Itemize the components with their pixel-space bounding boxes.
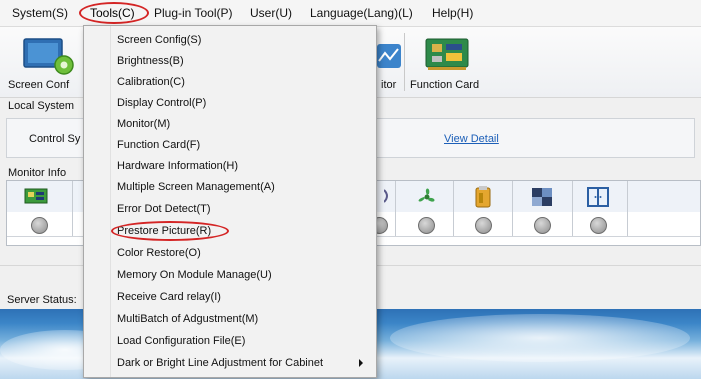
menu-item-hardware-information[interactable]: Hardware Information(H) — [117, 160, 238, 172]
tools-menu-annotation-circle — [79, 2, 149, 24]
menu-item-multibatch-adjustment[interactable]: MultiBatch of Adgustment(M) — [117, 313, 258, 325]
menu-item-display-control[interactable]: Display Control(P) — [117, 97, 206, 109]
function-card-label: Function Card — [410, 79, 480, 91]
function-card-tool[interactable]: Function Card — [406, 27, 486, 97]
status-grey-dot — [534, 217, 551, 234]
local-system-label: Local System — [8, 100, 75, 112]
power-supply-icon — [475, 186, 491, 208]
menu-item-receive-card-relay[interactable]: Receive Card relay(I) — [117, 291, 221, 303]
grid-divider — [453, 181, 454, 236]
screen-config-tool[interactable]: Screen Conf — [8, 27, 86, 97]
grid-divider — [72, 181, 73, 236]
menu-item-multiple-screen-management[interactable]: Multiple Screen Management(A) — [117, 181, 275, 193]
menu-item-color-restore[interactable]: Color Restore(O) — [117, 247, 201, 259]
menu-plugin-tool[interactable]: Plug-in Tool(P) — [154, 6, 232, 20]
menu-user[interactable]: User(U) — [250, 6, 292, 20]
fan-icon — [418, 188, 435, 202]
menu-item-calibration[interactable]: Calibration(C) — [117, 76, 185, 88]
control-system-label: Control Sy — [29, 133, 81, 145]
monitor-info-label: Monitor Info — [8, 167, 67, 179]
menu-bar: System(S) Tools(C) Plug-in Tool(P) User(… — [0, 0, 701, 27]
toolbar-divider — [404, 33, 405, 91]
menu-item-dark-bright-line-adjustment[interactable]: Dark or Bright Line Adjustment for Cabin… — [117, 357, 323, 369]
prestore-picture-annotation-circle — [111, 221, 229, 241]
menu-language[interactable]: Language(Lang)(L) — [310, 6, 413, 20]
menu-item-error-dot-detect[interactable]: Error Dot Detect(T) — [117, 203, 211, 215]
screen-config-icon — [23, 38, 74, 75]
menu-item-function-card[interactable]: Function Card(F) — [117, 139, 200, 151]
grid-divider — [395, 181, 396, 236]
partial-device-icon — [384, 189, 388, 203]
module-icon — [532, 188, 552, 206]
status-grey-dot — [475, 217, 492, 234]
server-status-label: Server Status: — [7, 294, 77, 306]
grid-divider — [627, 181, 628, 236]
grid-divider — [572, 181, 573, 236]
menu-item-monitor[interactable]: Monitor(M) — [117, 118, 170, 130]
menu-help[interactable]: Help(H) — [432, 6, 473, 20]
monitor-chart-icon — [377, 44, 401, 68]
card-chip-icon — [24, 188, 48, 204]
menu-item-brightness[interactable]: Brightness(B) — [117, 55, 184, 67]
cabinet-door-icon — [587, 187, 609, 207]
function-card-icon — [425, 38, 469, 70]
menu-system[interactable]: System(S) — [12, 6, 68, 20]
view-detail-link[interactable]: View Detail — [444, 133, 499, 145]
menu-item-screen-config[interactable]: Screen Config(S) — [117, 34, 201, 46]
menu-icon-gutter — [84, 26, 111, 377]
menu-item-memory-on-module-manage[interactable]: Memory On Module Manage(U) — [117, 269, 272, 281]
tools-dropdown-menu: Screen Config(S) Brightness(B) Calibrati… — [83, 25, 377, 378]
grid-divider — [512, 181, 513, 236]
menu-item-load-configuration-file[interactable]: Load Configuration File(E) — [117, 335, 245, 347]
screen-config-label: Screen Conf — [8, 79, 70, 91]
cloud-decoration — [390, 314, 690, 362]
status-grey-dot — [418, 217, 435, 234]
status-grey-dot — [31, 217, 48, 234]
monitor-label: itor — [381, 79, 397, 91]
status-grey-dot — [590, 217, 607, 234]
submenu-arrow-icon — [359, 359, 363, 367]
